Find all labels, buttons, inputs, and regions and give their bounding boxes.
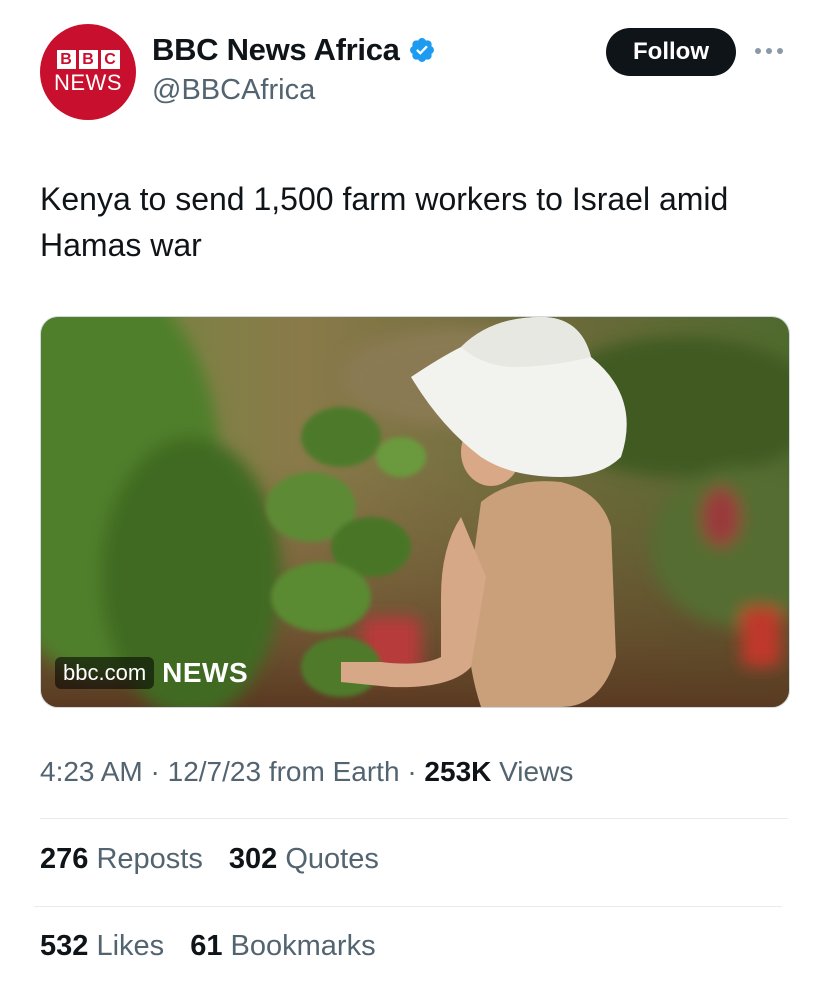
tweet-text: Kenya to send 1,500 farm workers to Isra… xyxy=(40,181,729,263)
divider xyxy=(34,906,782,907)
bookmarks-count: 61 xyxy=(190,930,223,962)
views-count[interactable]: 253K xyxy=(424,756,491,787)
quotes-label: Quotes xyxy=(285,843,379,875)
tweet-date[interactable]: 12/7/23 xyxy=(168,756,261,787)
likes-count: 532 xyxy=(40,930,89,962)
views-label: Views xyxy=(499,756,574,787)
reposts-stat[interactable]: 276 Reposts xyxy=(40,843,203,875)
link-card-domain: bbc.com xyxy=(55,657,155,689)
follow-button[interactable]: Follow xyxy=(606,28,736,76)
engagement-stats-row: 532 Likes 61 Bookmarks xyxy=(40,930,394,963)
reposts-count: 276 xyxy=(40,843,89,875)
account-handle[interactable]: @BBCAfrica xyxy=(152,74,315,107)
bbc-logo-letter: C xyxy=(100,50,120,69)
avatar-news-label: NEWS xyxy=(54,70,122,95)
more-horizontal-icon[interactable] xyxy=(753,40,785,62)
separator-dot: · xyxy=(150,756,168,787)
bbc-logo: B B C xyxy=(56,50,120,69)
separator-dot: · xyxy=(407,756,425,787)
author-name-row: BBC News Africa xyxy=(152,32,436,68)
bbc-logo-letter: B xyxy=(78,50,98,69)
avatar[interactable]: B B C NEWS xyxy=(40,24,136,120)
bookmarks-label: Bookmarks xyxy=(230,930,376,962)
link-card-image[interactable]: bbc.com NEWS xyxy=(40,316,790,708)
tweet-source: from Earth xyxy=(268,756,400,787)
quotes-count: 302 xyxy=(228,843,278,875)
verified-badge-icon[interactable] xyxy=(408,36,436,64)
likes-label: Likes xyxy=(96,930,165,962)
bbc-news-watermark: NEWS xyxy=(162,657,249,688)
quotes-stat[interactable]: 302 Quotes xyxy=(229,843,379,875)
display-name[interactable]: BBC News Africa xyxy=(152,32,400,68)
bbc-logo-letter: B xyxy=(56,50,76,69)
farm-worker-photo xyxy=(41,317,789,707)
likes-stat[interactable]: 532 Likes xyxy=(40,930,164,962)
divider xyxy=(40,818,788,819)
bookmarks-stat[interactable]: 61 Bookmarks xyxy=(190,930,375,962)
reposts-label: Reposts xyxy=(96,843,203,875)
link-card-source: bbc.com NEWS xyxy=(55,657,248,689)
tweet-metadata: 4:23 AM · 12/7/23 from Earth · 253K View… xyxy=(40,756,573,788)
tweet-time[interactable]: 4:23 AM xyxy=(40,756,143,787)
engagement-stats-row: 276 Reposts 302 Quotes xyxy=(40,843,397,876)
